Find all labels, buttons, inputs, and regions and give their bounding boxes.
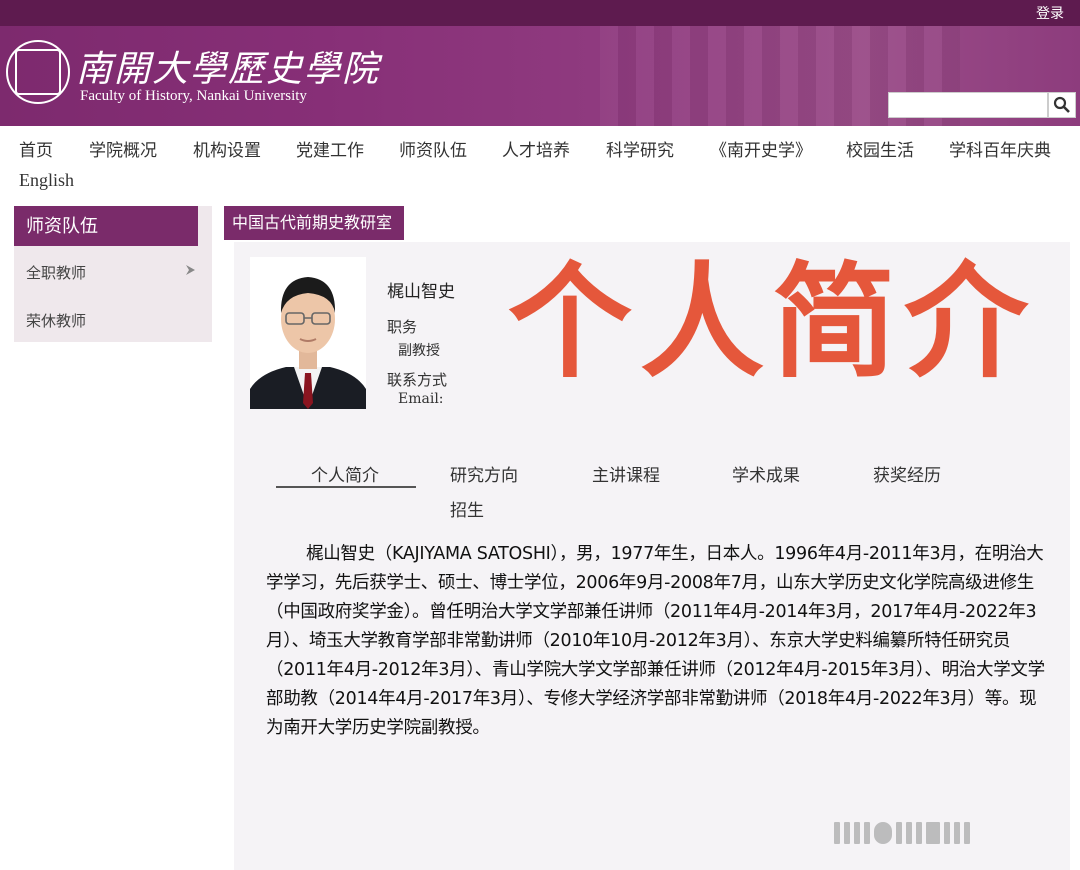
login-link[interactable]: 登录 <box>1036 3 1064 23</box>
nav-item-faculty[interactable]: 师资队伍 <box>399 136 467 161</box>
sidebar-title: 师资队伍 <box>14 206 198 246</box>
chevron-right-icon <box>186 265 195 275</box>
overlay-title: 个人简介 <box>508 251 1037 395</box>
tab-profile[interactable]: 个人简介 <box>311 461 379 486</box>
nav-item-research[interactable]: 科学研究 <box>606 136 674 161</box>
bio-text: 梶山智史（KAJIYAMA SATOSHI），男，1977年生，日本人。1996… <box>266 544 1045 738</box>
tab-research-direction[interactable]: 研究方向 <box>450 461 518 486</box>
active-tab-indicator <box>276 486 416 488</box>
tab-awards[interactable]: 获奖经历 <box>873 461 941 486</box>
site-logo-title[interactable]: 南開大學歷史學院 <box>76 40 380 92</box>
sidebar-item-fulltime[interactable]: 全职教师 <box>26 262 86 283</box>
profile-name: 梶山智史 <box>387 282 455 302</box>
tab-courses[interactable]: 主讲课程 <box>592 461 660 486</box>
tab-achievements[interactable]: 学术成果 <box>732 461 800 486</box>
tab-admissions[interactable]: 招生 <box>450 496 484 521</box>
search-input[interactable] <box>888 92 1048 118</box>
nav-item-english[interactable]: English <box>19 170 74 191</box>
sidebar-item-retired[interactable]: 荣休教师 <box>26 310 86 331</box>
contact-label: 联系方式 <box>387 371 448 389</box>
watermark-barcode-icon <box>834 818 1034 848</box>
main-nav: 首页 学院概况 机构设置 党建工作 师资队伍 人才培养 科学研究 《南开史学》 … <box>0 126 1080 198</box>
nav-item-organization[interactable]: 机构设置 <box>193 136 261 161</box>
search-icon <box>1053 96 1070 113</box>
nav-item-centennial[interactable]: 学科百年庆典 <box>949 136 1051 161</box>
nav-item-party[interactable]: 党建工作 <box>296 136 364 161</box>
nav-item-journal[interactable]: 《南开史学》 <box>710 136 812 161</box>
email-label: Email: <box>398 391 444 407</box>
top-bar: 登录 <box>0 0 1080 26</box>
search-button[interactable] <box>1048 92 1076 118</box>
university-seal-icon <box>6 40 70 104</box>
section-tag: 中国古代前期史教研室 <box>224 206 404 240</box>
nav-item-campus[interactable]: 校园生活 <box>846 136 914 161</box>
nav-item-training[interactable]: 人才培养 <box>502 136 570 161</box>
nav-item-overview[interactable]: 学院概况 <box>89 136 157 161</box>
profile-photo <box>250 257 366 409</box>
nav-item-home[interactable]: 首页 <box>19 136 53 161</box>
position-label: 职务 <box>387 318 418 336</box>
sidebar: 师资队伍 全职教师 荣休教师 <box>14 206 212 342</box>
site-logo-subtitle: Faculty of History, Nankai University <box>80 88 307 104</box>
position-value: 副教授 <box>398 343 440 359</box>
